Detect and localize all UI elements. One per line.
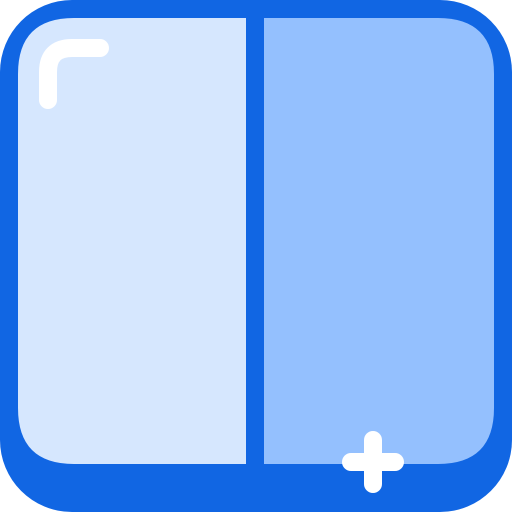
icon-canvas bbox=[0, 0, 512, 512]
split-view-icon bbox=[0, 0, 512, 512]
right-pane bbox=[264, 18, 494, 464]
